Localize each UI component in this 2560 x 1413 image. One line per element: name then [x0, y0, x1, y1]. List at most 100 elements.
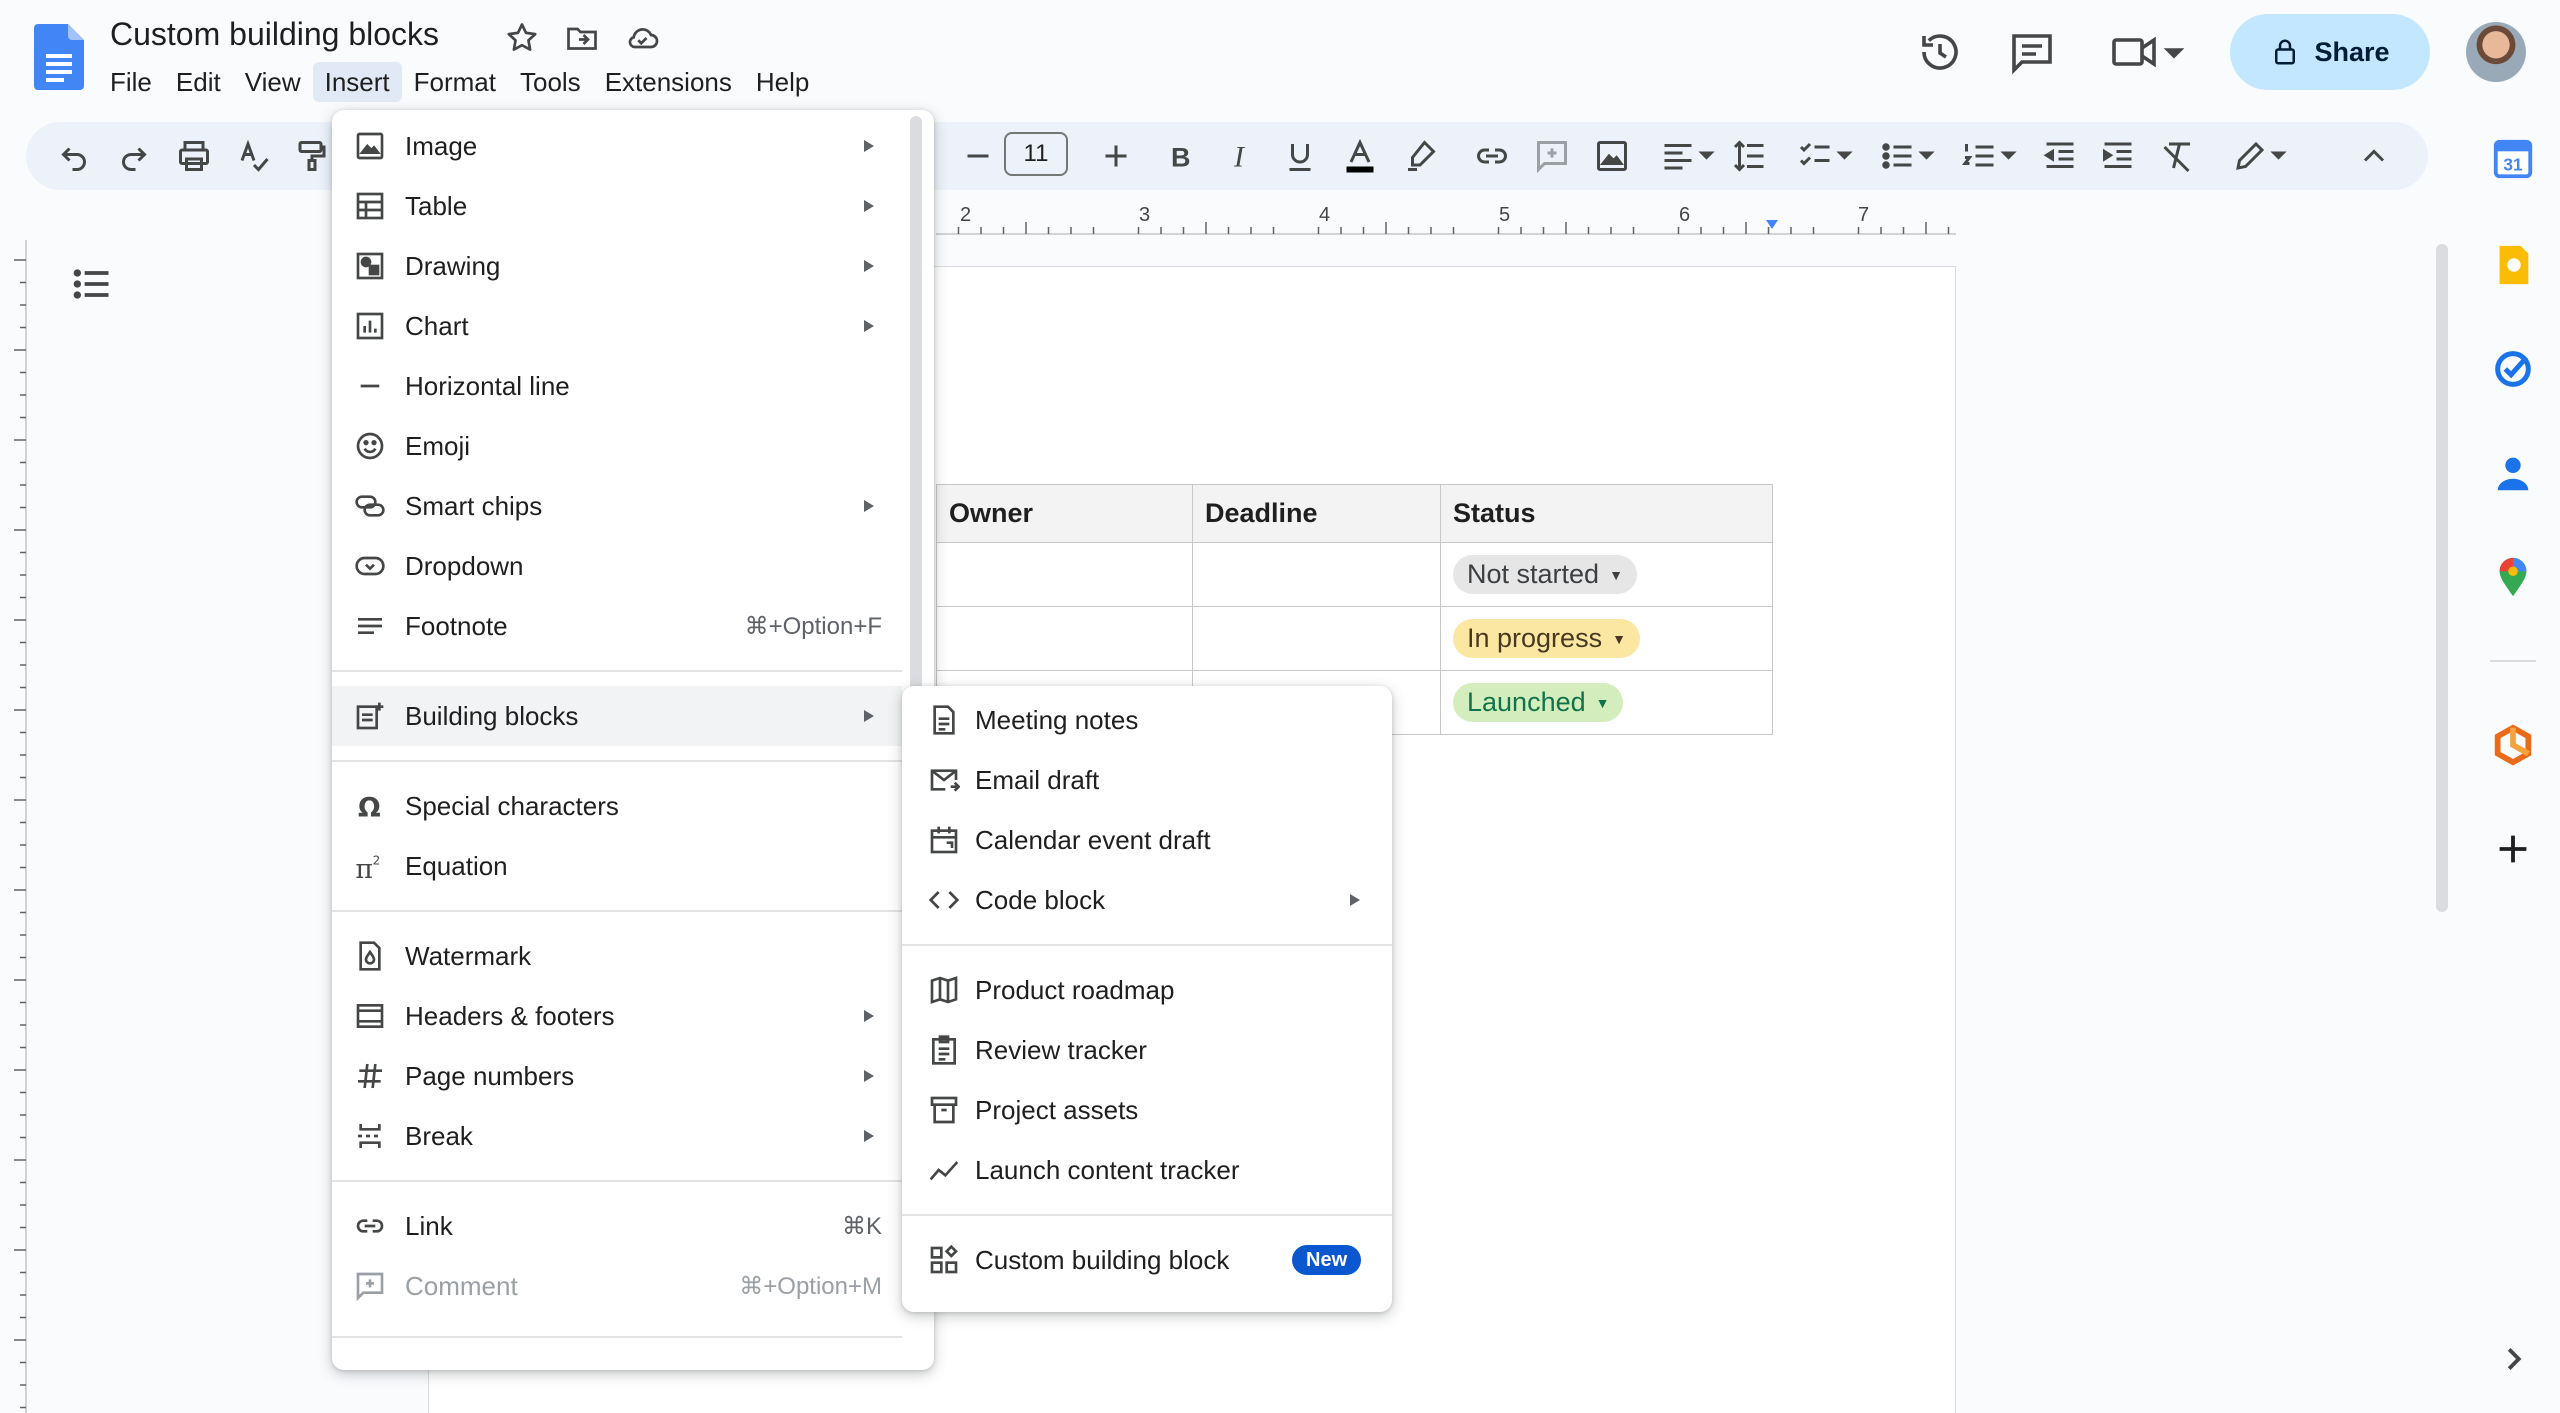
addon-app-icon[interactable] — [2490, 722, 2536, 768]
document-outline-icon[interactable] — [70, 262, 114, 306]
highlight-color-icon[interactable] — [1402, 138, 1438, 174]
insert-menu-scrollbar[interactable] — [910, 116, 922, 696]
increase-indent-icon[interactable] — [2100, 138, 2136, 174]
menu-edit[interactable]: Edit — [164, 62, 233, 102]
maps-app-icon[interactable] — [2490, 554, 2536, 600]
menu-tools[interactable]: Tools — [508, 62, 593, 102]
clear-formatting-icon[interactable] — [2160, 138, 2196, 174]
document-title[interactable]: Custom building blocks — [110, 16, 439, 53]
column-header-status[interactable]: Status — [1440, 484, 1773, 543]
insert-menu-item-dropdown[interactable]: Dropdown — [332, 536, 902, 596]
hide-menus-icon[interactable] — [2356, 138, 2392, 174]
menu-extensions[interactable]: Extensions — [593, 62, 744, 102]
insert-menu-item-table[interactable]: Table — [332, 176, 902, 236]
undo-icon[interactable] — [56, 138, 92, 174]
star-icon[interactable] — [504, 20, 540, 56]
insert-menu-item-page-numbers[interactable]: Page numbers — [332, 1046, 902, 1106]
align-icon[interactable] — [1658, 138, 1722, 174]
insert-menu-item-chart[interactable]: Chart — [332, 296, 902, 356]
decrease-indent-icon[interactable] — [2042, 138, 2078, 174]
status-chip-dropdown[interactable]: In progress ▼ — [1453, 619, 1640, 658]
deadline-cell[interactable] — [1192, 542, 1441, 607]
insert-menu-item-link[interactable]: Link ⌘K — [332, 1196, 902, 1256]
email-icon — [928, 764, 960, 796]
building-block-item-review-tracker[interactable]: Review tracker — [902, 1020, 1392, 1080]
cloud-saved-icon[interactable] — [624, 20, 660, 56]
tasks-app-icon[interactable] — [2490, 346, 2536, 392]
docs-logo-icon[interactable] — [34, 24, 84, 90]
building-block-item-email-draft[interactable]: Email draft — [902, 750, 1392, 810]
calendar-app-icon[interactable]: 31 — [2490, 136, 2536, 182]
insert-image-icon[interactable] — [1594, 138, 1630, 174]
vertical-ruler[interactable] — [0, 240, 28, 1413]
new-badge: New — [1292, 1245, 1362, 1275]
insert-menu-item-smart-chips[interactable]: Smart chips — [332, 476, 902, 536]
building-block-item-meeting-notes[interactable]: Meeting notes — [902, 690, 1392, 750]
column-header-deadline[interactable]: Deadline — [1192, 484, 1441, 543]
decrease-font-size-icon[interactable] — [960, 138, 996, 174]
insert-menu-item-drawing[interactable]: Drawing — [332, 236, 902, 296]
owner-cell[interactable] — [936, 606, 1193, 671]
insert-menu-item-footnote[interactable]: Footnote ⌘+Option+F — [332, 596, 902, 656]
insert-menu-item-break[interactable]: Break — [332, 1106, 902, 1166]
comments-icon[interactable] — [2008, 28, 2056, 76]
insert-menu-item-image[interactable]: Image — [332, 116, 902, 176]
version-history-icon[interactable] — [1916, 28, 1964, 76]
text-color-icon[interactable] — [1342, 138, 1378, 174]
numbered-list-icon[interactable] — [1960, 138, 2024, 174]
avatar[interactable] — [2466, 22, 2526, 82]
building-block-item-calendar-event-draft[interactable]: Calendar event draft — [902, 810, 1392, 870]
insert-menu-item-comment[interactable]: Comment ⌘+Option+M — [332, 1256, 902, 1316]
column-header-owner[interactable]: Owner — [936, 484, 1193, 543]
menu-help[interactable]: Help — [744, 62, 821, 102]
document-scrollbar[interactable] — [2436, 244, 2448, 912]
share-button[interactable]: Share — [2230, 14, 2430, 90]
building-block-item-custom-building-block[interactable]: Custom building block New — [902, 1230, 1392, 1290]
status-cell[interactable]: Launched ▼ — [1440, 670, 1773, 735]
status-cell[interactable]: In progress ▼ — [1440, 606, 1773, 671]
chevron-right-icon[interactable] — [2490, 1336, 2536, 1382]
deadline-cell[interactable] — [1192, 606, 1441, 671]
building-block-item-product-roadmap[interactable]: Product roadmap — [902, 960, 1392, 1020]
move-folder-icon[interactable] — [564, 20, 600, 56]
menu-format[interactable]: Format — [402, 62, 508, 102]
building-block-item-launch-content-tracker[interactable]: Launch content tracker — [902, 1140, 1392, 1200]
insert-menu-item-special-characters[interactable]: Ω Special characters — [332, 776, 902, 836]
italic-icon[interactable]: I — [1222, 138, 1258, 174]
bulleted-list-icon[interactable] — [1878, 138, 1942, 174]
menu-file[interactable]: File — [98, 62, 164, 102]
underline-icon[interactable] — [1282, 138, 1318, 174]
checklist-icon[interactable] — [1796, 138, 1860, 174]
paint-format-icon[interactable] — [294, 138, 330, 174]
owner-cell[interactable] — [936, 542, 1193, 607]
status-cell[interactable]: Not started ▼ — [1440, 542, 1773, 607]
add-addon-icon[interactable] — [2490, 826, 2536, 872]
print-icon[interactable] — [176, 138, 212, 174]
bold-icon[interactable]: B — [1162, 138, 1198, 174]
meet-video-icon[interactable] — [2108, 28, 2188, 76]
building-block-item-code-block[interactable]: Code block — [902, 870, 1392, 930]
insert-menu-item-headers-footers[interactable]: Headers & footers — [332, 986, 902, 1046]
link-icon[interactable] — [1474, 138, 1510, 174]
menu-view[interactable]: View — [233, 62, 313, 102]
submenu-arrow-icon — [862, 198, 876, 214]
horizontal-ruler[interactable] — [936, 200, 1956, 238]
insert-menu-item-equation[interactable]: π 2 Equation — [332, 836, 902, 896]
building-block-item-project-assets[interactable]: Project assets — [902, 1080, 1392, 1140]
redo-icon[interactable] — [116, 138, 152, 174]
status-chip-dropdown[interactable]: Launched ▼ — [1453, 683, 1624, 722]
contacts-app-icon[interactable] — [2490, 450, 2536, 496]
editing-mode-icon[interactable] — [2230, 138, 2294, 174]
menu-insert[interactable]: Insert — [312, 62, 402, 102]
font-size-input[interactable]: 11 — [1004, 132, 1068, 176]
insert-menu-item-emoji[interactable]: Emoji — [332, 416, 902, 476]
spellcheck-icon[interactable] — [236, 138, 272, 174]
keep-app-icon[interactable] — [2490, 242, 2536, 288]
insert-menu-item-watermark[interactable]: Watermark — [332, 926, 902, 986]
status-chip-dropdown[interactable]: Not started ▼ — [1453, 555, 1637, 594]
insert-menu-item-horizontal-line[interactable]: Horizontal line — [332, 356, 902, 416]
add-comment-icon[interactable] — [1534, 138, 1570, 174]
line-spacing-icon[interactable] — [1732, 138, 1768, 174]
insert-menu-item-building-blocks[interactable]: Building blocks — [332, 686, 902, 746]
increase-font-size-icon[interactable] — [1098, 138, 1134, 174]
